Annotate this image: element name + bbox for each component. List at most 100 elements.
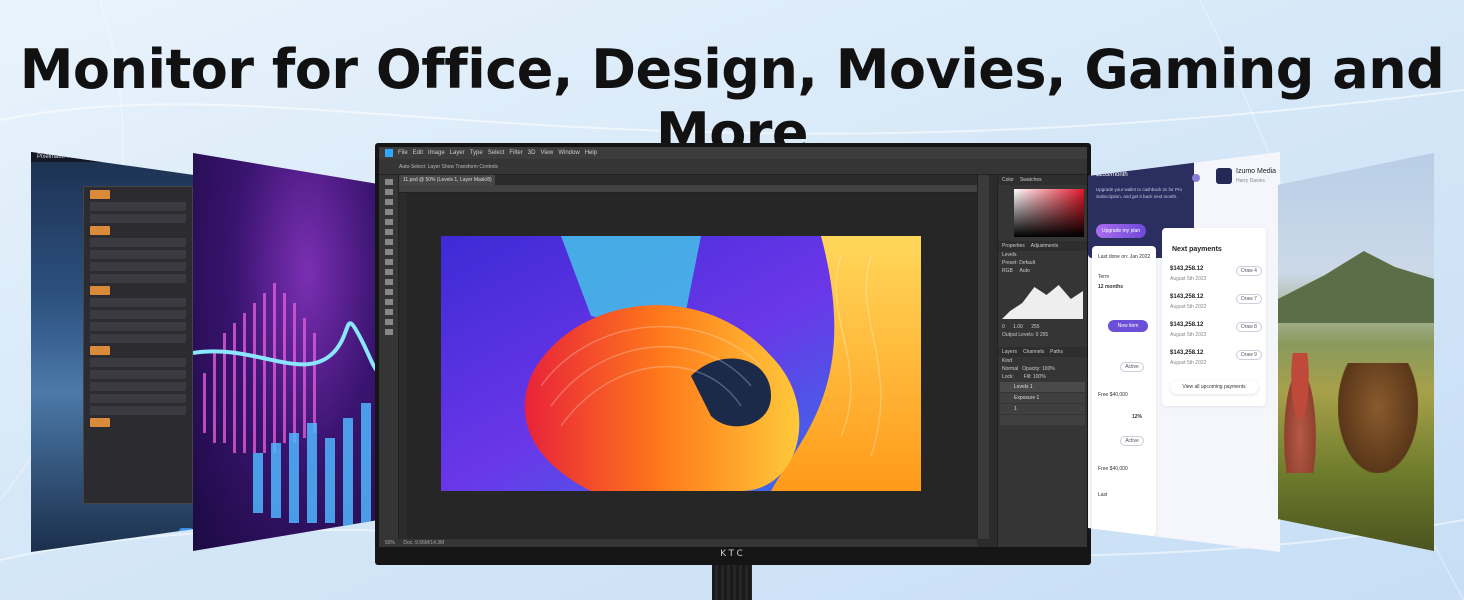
color-picker[interactable] <box>1014 189 1084 237</box>
lock-label: Lock: <box>1002 374 1014 380</box>
blend-row: Normal Opacity: 100% <box>998 365 1087 373</box>
opacity-value[interactable]: 100% <box>1042 366 1055 372</box>
last-done-text: Last done on: Jan 2022 <box>1098 254 1151 260</box>
crop-tool-icon[interactable] <box>385 209 393 215</box>
menu-view[interactable]: View <box>540 147 553 159</box>
photoshop-logo-icon[interactable] <box>385 149 393 157</box>
pen-tool-icon[interactable] <box>385 289 393 295</box>
active-badge-2[interactable]: Active <box>1120 436 1144 446</box>
auto-button[interactable]: Auto <box>1020 268 1030 274</box>
tab-adjustments[interactable]: Adjustments <box>1031 241 1059 251</box>
audio-waveform <box>193 283 383 533</box>
tab-layers[interactable]: Layers <box>1002 347 1017 357</box>
channel-select[interactable]: RGB <box>1002 268 1013 274</box>
input-gamma[interactable]: 1.00 <box>1013 324 1023 330</box>
monitor-brand-logo: KTC <box>720 549 746 559</box>
preset-row: Preset: Default <box>998 259 1087 267</box>
tab-properties[interactable]: Properties <box>1002 241 1025 251</box>
dashboard-brand: Izumo Media Harry Davies <box>1216 166 1280 190</box>
bear-image <box>1338 363 1418 473</box>
payment-row: $143,258.12 August 5th 2022 Draw 4 <box>1170 266 1262 288</box>
payment-row: $143,258.12 August 5th 2022 Draw 9 <box>1170 350 1262 372</box>
input-white[interactable]: 255 <box>1031 324 1039 330</box>
menu-select[interactable]: Select <box>488 147 505 159</box>
next-payments-card: Next payments $143,258.12 August 5th 202… <box>1162 228 1266 406</box>
zoom-level[interactable]: 50% <box>385 540 395 546</box>
status-bar: 50% Doc: 9.66M/14.3M <box>379 539 977 547</box>
payment-date: August 5th 2022 <box>1170 332 1207 338</box>
histogram <box>1002 285 1083 319</box>
output-white[interactable]: 255 <box>1040 332 1048 338</box>
notification-icon[interactable] <box>1192 174 1200 182</box>
photoshop-panels: Color Swatches Properties Adjustments Le… <box>997 175 1087 547</box>
gradient-tool-icon[interactable] <box>385 279 393 285</box>
draw-button[interactable]: Draw 9 <box>1236 350 1262 360</box>
preset-select[interactable]: Default <box>1019 260 1035 266</box>
input-black[interactable]: 0 <box>1002 324 1005 330</box>
draw-button[interactable]: Draw 8 <box>1236 322 1262 332</box>
layer-background[interactable] <box>1000 415 1085 425</box>
document-tab[interactable]: 11.psd @ 50% (Levels 1, Layer Mask/8) <box>399 175 495 185</box>
active-badge[interactable]: Active <box>1120 362 1144 372</box>
menu-file[interactable]: File <box>398 147 408 159</box>
menu-edit[interactable]: Edit <box>413 147 423 159</box>
artwork-image <box>441 236 921 491</box>
photoshop-options-bar[interactable]: Auto-Select: Layer Show Transform Contro… <box>379 159 1087 175</box>
fill-value[interactable]: 100% <box>1033 374 1046 380</box>
layer-levels[interactable]: Levels 1 <box>1000 382 1085 392</box>
move-tool-icon[interactable] <box>385 179 393 185</box>
hand-tool-icon[interactable] <box>385 319 393 325</box>
percent-value: 12% <box>1132 414 1143 420</box>
brush-tool-icon[interactable] <box>385 239 393 245</box>
menu-image[interactable]: Image <box>428 147 445 159</box>
eraser-tool-icon[interactable] <box>385 269 393 275</box>
abstract-artwork <box>441 236 921 491</box>
history-brush-icon[interactable] <box>385 259 393 265</box>
view-all-payments-button[interactable]: View all upcoming payments <box>1170 380 1258 394</box>
layers-filter[interactable]: Kind <box>998 357 1087 365</box>
channel-row: RGB Auto <box>998 267 1087 275</box>
menu-window[interactable]: Window <box>558 147 579 159</box>
zoom-tool-icon[interactable] <box>385 329 393 335</box>
tab-paths[interactable]: Paths <box>1050 347 1063 357</box>
color-panel-tabs: Color Swatches <box>998 175 1087 185</box>
eyedropper-tool-icon[interactable] <box>385 219 393 225</box>
photoshop-toolbar <box>379 175 399 547</box>
payment-amount: $143,258.12 <box>1170 266 1204 272</box>
new-item-button[interactable]: New item <box>1108 320 1148 332</box>
blend-mode-select[interactable]: Normal <box>1002 366 1018 372</box>
draw-button[interactable]: Draw 4 <box>1236 266 1262 276</box>
brand-logo-icon <box>1216 168 1232 184</box>
output-levels-label: Output Levels: <box>1002 332 1035 338</box>
tab-color[interactable]: Color <box>1002 175 1014 185</box>
payment-row: $143,258.12 August 5th 2022 Draw 8 <box>1170 322 1262 344</box>
tab-channels[interactable]: Channels <box>1023 347 1044 357</box>
input-levels: 0 1.00 255 <box>998 323 1087 331</box>
finance-dashboard-panel: Izumo Media Harry Davies Last done on: J… <box>1088 152 1280 552</box>
panel-dock-strip <box>977 175 989 539</box>
tab-swatches[interactable]: Swatches <box>1020 175 1042 185</box>
layer-image[interactable]: 1 <box>1000 404 1085 414</box>
brand-name: Izumo Media <box>1236 168 1277 175</box>
draw-button[interactable]: Draw 7 <box>1236 294 1262 304</box>
preset-label: Preset: <box>1002 260 1018 266</box>
upgrade-description: Upgrade your wallet to cashback 2x for P… <box>1096 187 1183 199</box>
ruler <box>399 185 977 193</box>
menu-layer[interactable]: Layer <box>450 147 465 159</box>
marquee-tool-icon[interactable] <box>385 189 393 195</box>
menu-3d[interactable]: 3D <box>528 147 536 159</box>
term-value: 12 months <box>1098 284 1124 290</box>
lock-row: Lock: Fill: 100% <box>998 373 1087 381</box>
lasso-tool-icon[interactable] <box>385 199 393 205</box>
type-tool-icon[interactable] <box>385 299 393 305</box>
path-select-icon[interactable] <box>385 309 393 315</box>
menu-type[interactable]: Type <box>470 147 483 159</box>
menu-help[interactable]: Help <box>585 147 597 159</box>
payment-row: $143,258.12 August 5th 2022 Draw 7 <box>1170 294 1262 316</box>
upgrade-plan-button[interactable]: Upgrade my plan <box>1096 224 1146 238</box>
output-black[interactable]: 0 <box>1036 332 1039 338</box>
stamp-tool-icon[interactable] <box>385 249 393 255</box>
menu-filter[interactable]: Filter <box>509 147 522 159</box>
healing-tool-icon[interactable] <box>385 229 393 235</box>
layer-exposure[interactable]: Exposure 1 <box>1000 393 1085 403</box>
